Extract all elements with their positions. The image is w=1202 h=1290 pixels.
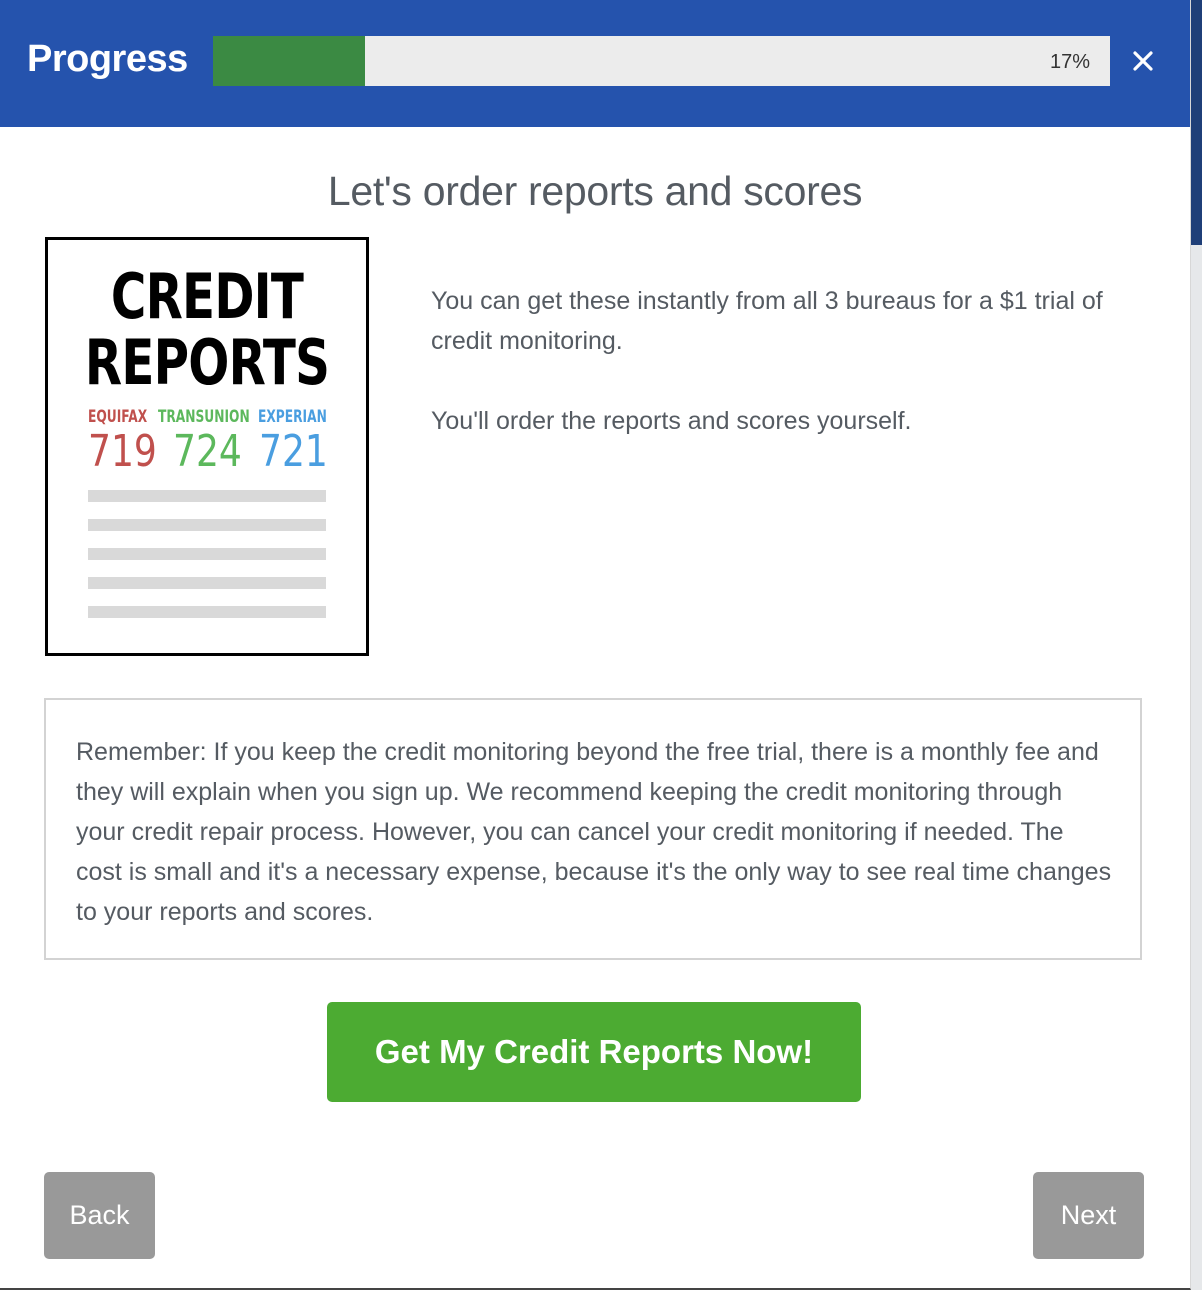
bureau-score-experian: 721 xyxy=(259,426,328,477)
background-page-edge xyxy=(1190,0,1202,1290)
bureau-name-experian: EXPERIAN xyxy=(258,407,327,427)
background-page-header xyxy=(1190,0,1202,245)
next-button[interactable]: Next xyxy=(1033,1172,1144,1259)
back-button[interactable]: Back xyxy=(44,1172,155,1259)
report-line xyxy=(88,490,326,502)
bureau-score-transunion: 724 xyxy=(173,426,242,477)
modal-header: Progress 17% xyxy=(0,0,1190,127)
intro-paragraph-1: You can get these instantly from all 3 b… xyxy=(431,287,1103,355)
progress-bar: 17% xyxy=(213,36,1110,86)
report-line xyxy=(88,548,326,560)
close-button[interactable] xyxy=(1126,44,1160,78)
credit-report-illustration: CREDIT REPORTS EQUIFAX TRANSUNION EXPERI… xyxy=(45,237,369,656)
report-line xyxy=(88,606,326,618)
intro-text: You can get these instantly from all 3 b… xyxy=(431,281,1151,441)
page: Progress 17% Let's order reports and sco… xyxy=(0,0,1202,1290)
bureau-name-transunion: TRANSUNION xyxy=(158,407,250,427)
illustration-title-line2: REPORTS xyxy=(84,326,330,399)
reminder-text: Remember: If you keep the credit monitor… xyxy=(76,738,1112,926)
bureau-name-equifax: EQUIFAX xyxy=(88,407,148,427)
progress-modal: Progress 17% Let's order reports and sco… xyxy=(0,0,1191,1290)
bureau-score-equifax: 719 xyxy=(88,426,157,477)
progress-title: Progress xyxy=(27,38,188,80)
intro-paragraph-2: You'll order the reports and scores your… xyxy=(431,407,912,435)
progress-bar-fill xyxy=(213,36,366,86)
progress-percent: 17% xyxy=(1049,51,1090,73)
get-credit-reports-button[interactable]: Get My Credit Reports Now! xyxy=(327,1002,861,1102)
illustration-title-line1: CREDIT xyxy=(110,260,304,333)
page-heading: Let's order reports and scores xyxy=(327,168,863,214)
report-line xyxy=(88,577,326,589)
close-icon xyxy=(1133,51,1153,71)
report-line xyxy=(88,519,326,531)
reminder-box: Remember: If you keep the credit monitor… xyxy=(44,698,1142,960)
